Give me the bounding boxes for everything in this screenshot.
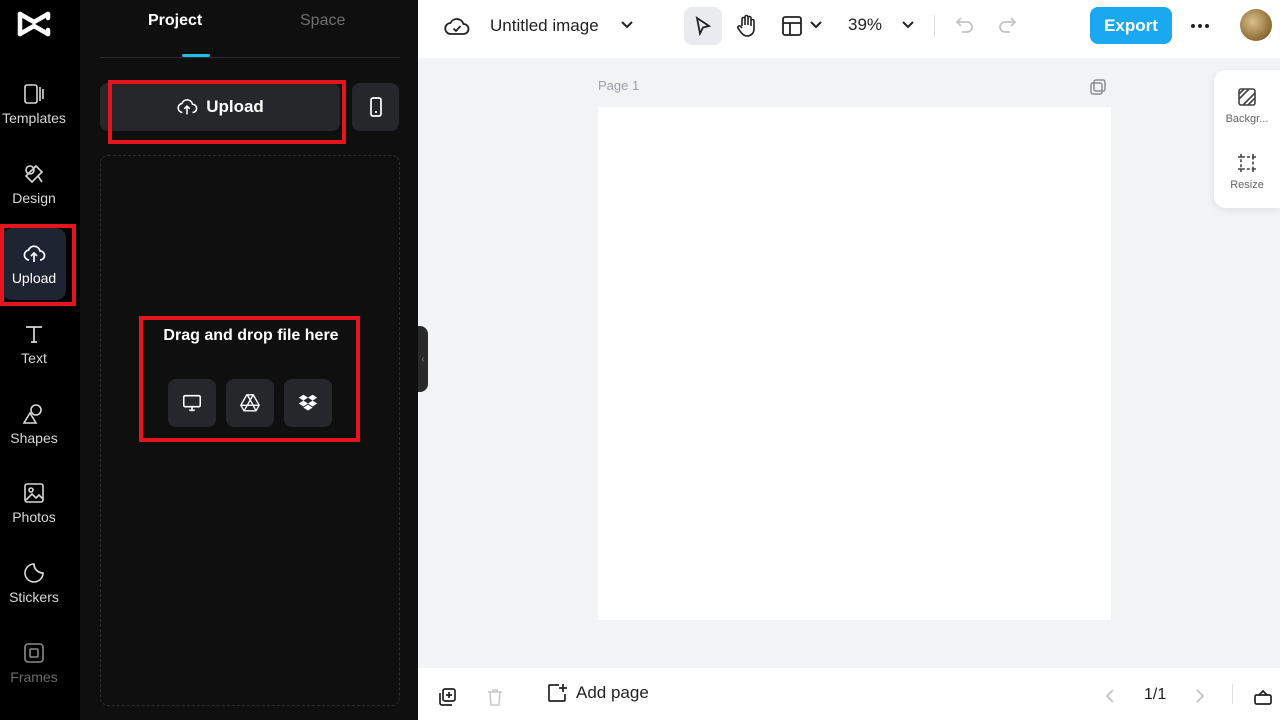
add-page-icon [548,684,567,702]
rail-item-label: Design [12,190,56,206]
duplicate-page-icon[interactable] [1089,78,1107,96]
design-page-canvas[interactable] [598,107,1111,620]
upload-cloud-icon [177,99,198,115]
upload-button[interactable]: Upload [100,83,340,131]
upload-from-google-drive-button[interactable] [226,379,274,427]
rail-item-label: Photos [12,509,56,525]
page-label: Page 1 [598,78,640,93]
active-tab-indicator [182,54,210,57]
layout-icon[interactable] [780,14,804,38]
tab-space[interactable]: Space [300,12,345,30]
side-tool-label: Backgr... [1225,113,1269,125]
delete-trash-icon[interactable] [484,686,506,708]
collapse-panel-handle[interactable]: ‹ [418,326,428,392]
hand-pan-tool-icon[interactable] [734,13,760,39]
computer-icon [182,394,202,412]
templates-icon [24,84,44,104]
rail-item-stickers[interactable]: Stickers [0,545,68,621]
rail-item-label: Frames [10,669,58,685]
resize-tool-button[interactable]: Resize [1214,142,1280,202]
layout-dropdown-chevron-icon[interactable] [808,17,824,33]
frames-icon [24,643,44,663]
upload-from-phone-button[interactable] [352,83,399,131]
redo-icon[interactable] [996,14,1018,36]
phone-icon [369,97,382,117]
upload-panel: Project Space Upload Drag and drop file … [80,0,418,720]
rail-item-upload[interactable]: Upload [2,228,66,300]
rail-item-design[interactable]: Design [0,146,68,222]
tab-project[interactable]: Project [148,12,202,30]
export-button[interactable]: Export [1090,7,1172,44]
more-options-icon[interactable] [1188,14,1212,38]
rail-item-templates[interactable]: Templates [0,66,68,142]
rail-item-label: Shapes [10,430,58,446]
side-tool-label: Resize [1230,179,1264,191]
left-rail: Templates Design Upload Text Shapes Phot… [0,0,80,720]
cursor-arrow-icon [695,16,712,36]
text-icon [26,326,42,343]
zoom-level[interactable]: 39% [848,15,882,35]
undo-icon[interactable] [954,14,976,36]
add-page-button[interactable]: Add page [546,682,649,704]
user-avatar[interactable] [1240,9,1272,41]
google-drive-icon [240,394,260,412]
stickers-icon [24,563,44,583]
dropbox-icon [298,394,318,411]
design-icon [24,164,44,184]
bottom-divider [1232,684,1233,704]
select-tool-button[interactable] [684,7,722,45]
document-title[interactable]: Untitled image [490,16,599,36]
upload-cloud-icon [23,245,46,262]
cloud-saved-icon[interactable] [444,14,470,38]
bottom-toolbar: Add page 1/1 [418,668,1280,720]
rail-item-shapes[interactable]: Shapes [0,386,68,462]
rail-item-label: Stickers [9,589,59,605]
title-dropdown-chevron-icon[interactable] [618,16,636,34]
resize-icon [1238,154,1256,172]
upload-from-computer-button[interactable] [168,379,216,427]
background-tool-button[interactable]: Backgr... [1214,76,1280,136]
upload-button-label: Upload [206,97,264,116]
upload-from-dropbox-button[interactable] [284,379,332,427]
rail-item-frames[interactable]: Frames [0,625,68,701]
photos-icon [24,483,44,503]
shapes-icon [22,404,42,424]
drop-zone-text: Drag and drop file here [163,327,339,344]
rail-item-label: Upload [11,270,57,286]
add-page-label: Add page [576,683,649,702]
drop-zone[interactable]: Drag and drop file here [100,155,400,706]
top-toolbar: Untitled image 39% Export [418,0,1280,58]
next-page-icon[interactable] [1192,688,1208,704]
canvas-side-tools: Backgr... Resize [1214,70,1280,208]
background-icon [1238,88,1256,106]
toolbar-divider [934,15,935,37]
capcut-logo-icon[interactable] [17,9,51,39]
panel-tabs: Project Space [100,0,400,58]
duplicate-icon[interactable] [436,686,458,708]
page-counter: 1/1 [1144,686,1167,703]
rail-item-label: Templates [2,110,66,126]
rail-item-label: Text [21,350,47,366]
rail-item-text[interactable]: Text [0,306,68,382]
rail-item-photos[interactable]: Photos [0,465,68,541]
zoom-dropdown-chevron-icon[interactable] [900,17,916,33]
previous-page-icon[interactable] [1102,688,1118,704]
page-panel-toggle-icon[interactable] [1252,686,1274,708]
